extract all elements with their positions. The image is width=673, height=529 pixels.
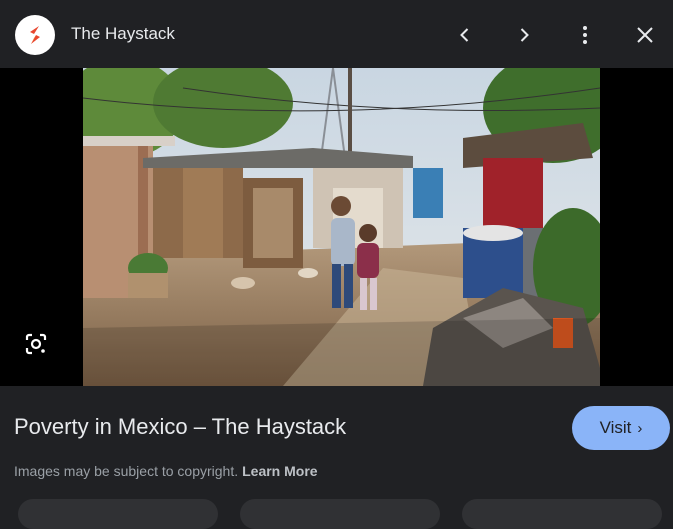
next-button[interactable]: [509, 20, 539, 50]
previous-button[interactable]: [450, 20, 480, 50]
preview-image[interactable]: [83, 68, 600, 386]
site-logo[interactable]: [15, 15, 55, 55]
copyright-text: Images may be subject to copyright.: [14, 463, 239, 479]
close-icon: [637, 27, 653, 43]
related-chip[interactable]: [18, 499, 218, 529]
lens-search-button[interactable]: [22, 330, 50, 358]
result-title[interactable]: Poverty in Mexico – The Haystack: [14, 414, 346, 440]
visit-button-label: Visit: [599, 418, 632, 437]
haystack-logo-icon: [30, 26, 40, 44]
viewer-header: The Haystack: [0, 0, 673, 68]
close-button[interactable]: [630, 20, 660, 50]
chevron-left-icon: [460, 28, 469, 42]
site-name[interactable]: The Haystack: [71, 24, 175, 44]
google-lens-icon: [25, 333, 47, 355]
image-preview-area: [0, 68, 673, 386]
chevron-right-icon: [520, 28, 529, 42]
copyright-notice: Images may be subject to copyright. Learn…: [14, 463, 318, 479]
more-vert-icon: [583, 26, 587, 44]
more-options-button[interactable]: [570, 20, 600, 50]
chevron-right-icon: ›: [637, 419, 643, 437]
visit-button[interactable]: Visit ›: [572, 406, 670, 450]
learn-more-link[interactable]: Learn More: [242, 463, 317, 479]
slum-street-photo: [83, 68, 600, 386]
related-chip[interactable]: [240, 499, 440, 529]
related-chip[interactable]: [462, 499, 662, 529]
